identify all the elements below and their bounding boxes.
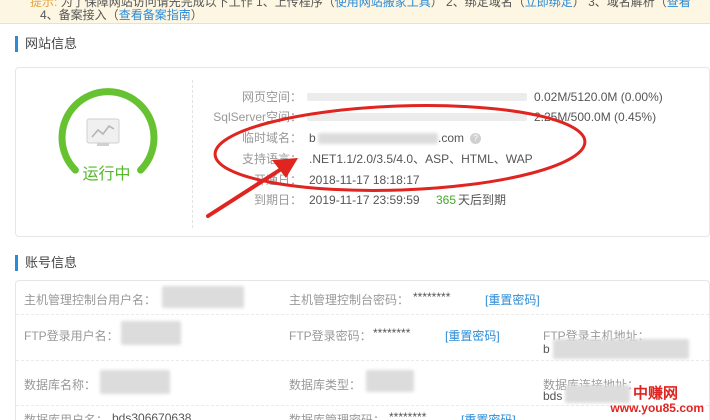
languages-value: .NET1.1/2.0/3.5/4.0、ASP、HTML、WAP <box>309 152 533 166</box>
row-divider-2 <box>16 360 709 361</box>
site-watermark: 中赚网 www.you85.com <box>598 382 708 420</box>
notice-line-2: 4、备案接入（查看备案指南） <box>40 6 203 23</box>
sql-space-bar <box>307 113 527 121</box>
db-type-redacted <box>366 370 414 392</box>
db-pwd-value: ******** <box>389 410 427 420</box>
sql-space-label: SqlServer空间： <box>213 110 302 124</box>
console-pwd-label: 主机管理控制台密码： <box>289 293 410 307</box>
languages-label: 支持语言： <box>241 152 302 166</box>
icp-guide-link[interactable]: 查看备案指南 <box>119 8 191 22</box>
web-space-row: 网页空间： 0.02M/5120.0M (0.00%) <box>212 88 692 106</box>
temp-domain-label: 临时域名： <box>241 131 302 145</box>
temp-domain-redacted <box>318 133 438 144</box>
watermark-title: 中赚网 <box>632 385 678 402</box>
temp-domain-suffix: .com? <box>438 129 482 147</box>
db-pwd-label: 数据库管理密码： <box>289 413 386 420</box>
bind-domain-link[interactable]: 立即绑定 <box>525 0 573 9</box>
ftp-user-label: FTP登录用户名： <box>24 329 119 343</box>
ftp-pwd-label: FTP登录密码： <box>289 329 372 343</box>
db-user-value: bds306670638 <box>112 411 192 420</box>
notice-icp-end: ） <box>190 8 203 22</box>
ftp-reset-pwd-link[interactable]: [重置密码] <box>445 327 500 344</box>
status-text: 运行中 <box>82 166 131 183</box>
db-name-label: 数据库名称： <box>24 378 97 392</box>
db-reset-pwd-link[interactable]: [重置密码] <box>461 411 516 420</box>
web-space-bar <box>307 93 527 101</box>
open-date-label: 开通日： <box>253 173 302 187</box>
dns-link[interactable]: 查看 <box>667 0 691 9</box>
ftp-host-prefix: b <box>543 342 550 356</box>
site-info-title: 网站信息 <box>15 36 77 52</box>
expire-date-row: 到期日： 2019-11-17 23:59:59 365 天后到期 <box>212 191 612 209</box>
temp-domain-prefix: b <box>309 131 316 145</box>
ftp-user-redacted <box>121 321 181 345</box>
sql-space-value: 2.25M/500.0M (0.45%) <box>534 110 657 124</box>
db-type-label: 数据库类型： <box>289 378 362 392</box>
row-divider-1 <box>16 314 709 315</box>
ftp-pwd-value: ******** <box>373 326 411 340</box>
temp-domain-row: 临时域名： b .com? <box>212 129 572 147</box>
notice-icp-text: 4、备案接入（ <box>40 8 119 22</box>
db-user-label: 数据库用户名： <box>24 413 109 420</box>
notice-banner: 提示: 为了保障网站访问请先完成以下工作 1、上传程序（使用网站搬家工具） 2、… <box>0 0 710 24</box>
web-space-label: 网页空间： <box>241 90 302 104</box>
console-user-redacted <box>162 286 244 308</box>
sql-space-row: SqlServer空间： 2.25M/500.0M (0.45%) <box>212 108 692 126</box>
question-icon[interactable]: ? <box>470 133 482 145</box>
days-left-suffix: 天后到期 <box>458 193 507 207</box>
notice-text-end: ） 3、域名解析（ <box>572 0 667 9</box>
open-date-value: 2018-11-17 18:18:17 <box>309 173 420 187</box>
account-info-title: 账号信息 <box>15 255 77 271</box>
line-chart-icon <box>86 118 120 146</box>
db-name-redacted <box>100 370 170 394</box>
expire-date-label: 到期日： <box>253 193 302 207</box>
languages-row: 支持语言： .NET1.1/2.0/3.5/4.0、ASP、HTML、WAP <box>212 150 612 168</box>
console-user-label: 主机管理控制台用户名： <box>24 293 157 307</box>
notice-text-mid: ） 2、绑定域名（ <box>430 0 525 9</box>
panel-divider <box>192 80 193 228</box>
console-pwd-value: ******** <box>413 290 451 304</box>
ftp-host-redacted <box>553 339 689 359</box>
upload-tool-link[interactable]: 使用网站搬家工具 <box>335 0 431 9</box>
site-info-panel: 运行中 网页空间： 0.02M/5120.0M (0.00%) SqlServe… <box>15 67 710 237</box>
expire-date-value: 2019-11-17 23:59:59 <box>309 193 420 207</box>
days-left: 365 <box>436 193 457 207</box>
temp-domain-suffix-text: .com <box>438 131 465 145</box>
watermark-url: www.you85.com <box>610 401 704 415</box>
console-reset-pwd-link[interactable]: [重置密码] <box>485 291 540 308</box>
db-addr-prefix: bds <box>543 389 563 403</box>
web-space-value: 0.02M/5120.0M (0.00%) <box>534 90 663 104</box>
open-date-row: 开通日： 2018-11-17 18:18:17 <box>212 171 612 189</box>
